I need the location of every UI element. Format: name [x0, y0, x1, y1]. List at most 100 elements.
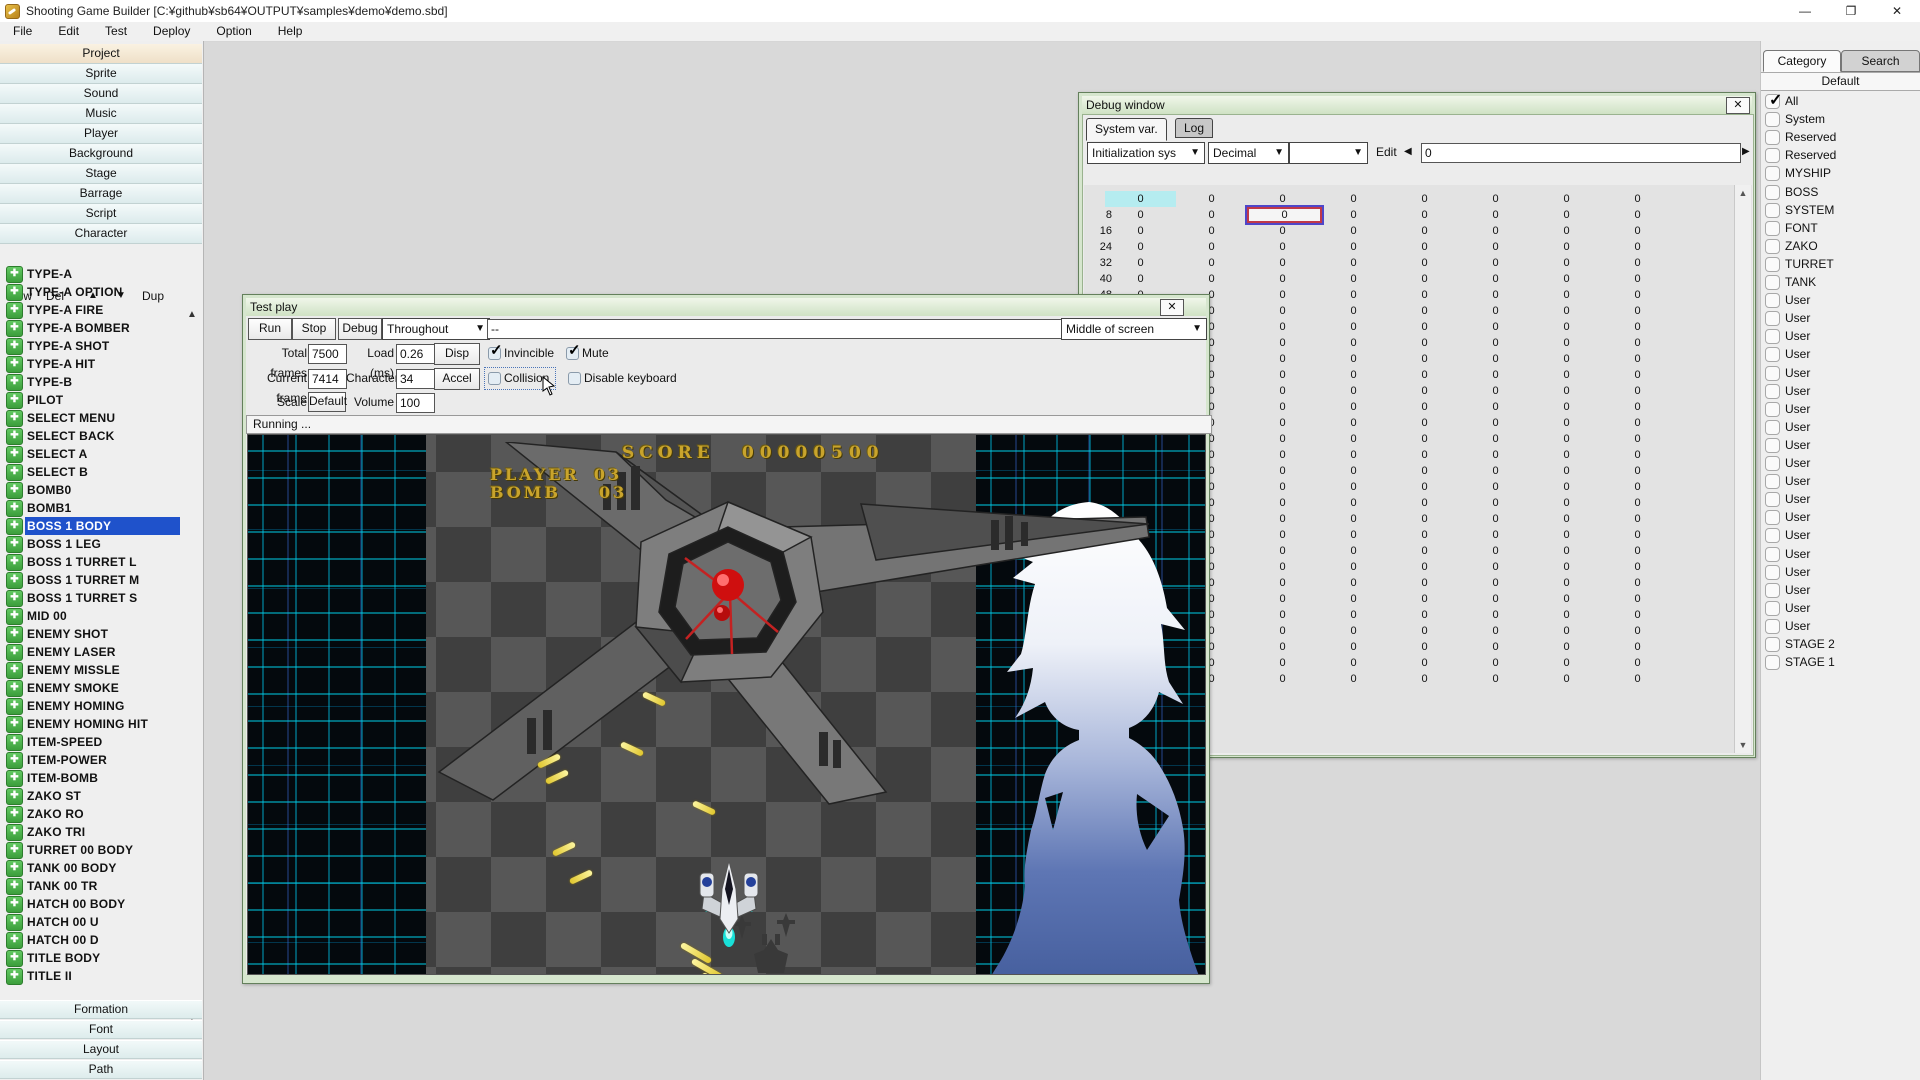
var-cell[interactable]: 0: [1318, 223, 1389, 239]
checkbox-user[interactable]: [1765, 420, 1780, 435]
var-cell[interactable]: 0: [1602, 479, 1673, 495]
list-item[interactable]: ✚MID 00: [0, 607, 202, 625]
var-cell[interactable]: 0: [1389, 559, 1460, 575]
var-cell[interactable]: 0: [1460, 415, 1531, 431]
list-item[interactable]: ✚ENEMY LASER: [0, 643, 202, 661]
var-cell[interactable]: 0: [1105, 191, 1176, 207]
var-cell[interactable]: 0: [1105, 271, 1176, 287]
var-cell[interactable]: 0: [1460, 591, 1531, 607]
sidebar-item-script[interactable]: Script: [0, 204, 202, 224]
var-cell[interactable]: 0: [1318, 319, 1389, 335]
var-cell[interactable]: 0: [1389, 591, 1460, 607]
list-item[interactable]: ✚HATCH 00 BODY: [0, 895, 202, 913]
checkbox-user[interactable]: [1765, 547, 1780, 562]
var-cell[interactable]: 0: [1460, 463, 1531, 479]
var-cell[interactable]: 0: [1460, 239, 1531, 255]
var-cell[interactable]: 0: [1247, 639, 1318, 655]
var-cell[interactable]: 0: [1247, 319, 1318, 335]
list-item[interactable]: ✚ENEMY SHOT: [0, 625, 202, 643]
var-cell[interactable]: 0: [1318, 191, 1389, 207]
list-item[interactable]: ✚TYPE-A HIT: [0, 355, 202, 373]
var-cell[interactable]: 0: [1602, 351, 1673, 367]
menu-item-deploy[interactable]: Deploy: [140, 22, 203, 41]
var-cell[interactable]: 0: [1460, 543, 1531, 559]
list-item[interactable]: ✚TITLE II: [0, 967, 202, 985]
default-category-header[interactable]: Default: [1761, 72, 1920, 91]
var-cell[interactable]: 0: [1531, 287, 1602, 303]
var-cell[interactable]: 0: [1531, 255, 1602, 271]
checkbox-zako[interactable]: [1765, 239, 1780, 254]
debug-scrollbar[interactable]: ▲ ▼: [1734, 185, 1751, 753]
var-cell[interactable]: 0: [1247, 607, 1318, 623]
var-cell[interactable]: 0: [1389, 207, 1460, 223]
var-cell[interactable]: 0: [1531, 239, 1602, 255]
accel-button[interactable]: Accel: [434, 368, 480, 390]
var-cell[interactable]: 0: [1602, 639, 1673, 655]
var-cell[interactable]: 0: [1531, 655, 1602, 671]
checkbox-user[interactable]: [1765, 474, 1780, 489]
disp-button[interactable]: Disp: [434, 343, 480, 365]
sidebar-item-sprite[interactable]: Sprite: [0, 64, 202, 84]
var-cell[interactable]: 0: [1602, 415, 1673, 431]
var-cell[interactable]: 0: [1460, 527, 1531, 543]
total-frames-field[interactable]: 7500: [308, 344, 347, 364]
var-cell[interactable]: 0: [1531, 223, 1602, 239]
var-cell[interactable]: 0: [1602, 223, 1673, 239]
var-cell[interactable]: 0: [1176, 239, 1247, 255]
sidebar-item-character[interactable]: Character: [0, 224, 202, 244]
var-cell[interactable]: 0: [1389, 495, 1460, 511]
var-cell[interactable]: 0: [1389, 271, 1460, 287]
list-item[interactable]: ✚ZAKO ST: [0, 787, 202, 805]
checkbox-reserved[interactable]: [1765, 130, 1780, 145]
var-cell[interactable]: 0: [1602, 575, 1673, 591]
var-cell[interactable]: 0: [1389, 319, 1460, 335]
run-button[interactable]: Run: [248, 318, 292, 340]
sidebar-item-project[interactable]: Project: [0, 44, 202, 64]
var-cell[interactable]: 0: [1318, 623, 1389, 639]
tab-category[interactable]: Category: [1763, 50, 1841, 72]
list-item[interactable]: ✚ENEMY HOMING HIT: [0, 715, 202, 733]
var-cell[interactable]: 0: [1460, 383, 1531, 399]
list-item[interactable]: ✚TANK 00 TR: [0, 877, 202, 895]
var-cell[interactable]: 0: [1247, 495, 1318, 511]
var-cell[interactable]: 0: [1318, 239, 1389, 255]
var-cell[interactable]: 0: [1389, 639, 1460, 655]
var-cell[interactable]: 0: [1247, 655, 1318, 671]
sidebar-item-player[interactable]: Player: [0, 124, 202, 144]
list-item[interactable]: ✚BOSS 1 LEG: [0, 535, 202, 553]
list-item[interactable]: ✚TYPE-B: [0, 373, 202, 391]
var-cell[interactable]: 0: [1460, 479, 1531, 495]
var-cell[interactable]: 0: [1247, 383, 1318, 399]
tab-log[interactable]: Log: [1175, 118, 1213, 138]
list-item[interactable]: ✚TYPE-A SHOT: [0, 337, 202, 355]
var-cell[interactable]: 0: [1460, 655, 1531, 671]
var-cell[interactable]: 0: [1602, 527, 1673, 543]
var-cell[interactable]: 0: [1460, 287, 1531, 303]
var-cell[interactable]: 0: [1531, 543, 1602, 559]
var-cell[interactable]: 0: [1247, 527, 1318, 543]
list-item[interactable]: ✚TANK 00 BODY: [0, 859, 202, 877]
scale-button[interactable]: Default: [308, 392, 346, 412]
checkbox-user[interactable]: [1765, 565, 1780, 580]
checkbox-reserved[interactable]: [1765, 148, 1780, 163]
var-cell[interactable]: 0: [1460, 223, 1531, 239]
debug-close-icon[interactable]: ✕: [1726, 97, 1750, 114]
var-cell[interactable]: 0: [1602, 559, 1673, 575]
list-item[interactable]: ✚HATCH 00 U: [0, 913, 202, 931]
var-cell[interactable]: 0: [1531, 367, 1602, 383]
checkbox-user[interactable]: [1765, 311, 1780, 326]
scroll-up-icon[interactable]: ▲: [1735, 185, 1751, 201]
disable-keyboard-checkbox[interactable]: [568, 372, 581, 385]
var-cell[interactable]: 0: [1460, 335, 1531, 351]
menu-item-help[interactable]: Help: [265, 22, 316, 41]
minimize-icon[interactable]: —: [1782, 0, 1828, 22]
var-cell[interactable]: 0: [1389, 527, 1460, 543]
list-item[interactable]: ✚ITEM-BOMB: [0, 769, 202, 787]
characters-field[interactable]: 34: [396, 369, 435, 389]
var-cell[interactable]: 0: [1105, 239, 1176, 255]
sidebar-item-layout[interactable]: Layout: [0, 1040, 202, 1059]
list-item[interactable]: ✚ITEM-POWER: [0, 751, 202, 769]
var-cell[interactable]: 0: [1531, 191, 1602, 207]
var-cell[interactable]: 0: [1602, 607, 1673, 623]
var-cell[interactable]: 0: [1389, 399, 1460, 415]
